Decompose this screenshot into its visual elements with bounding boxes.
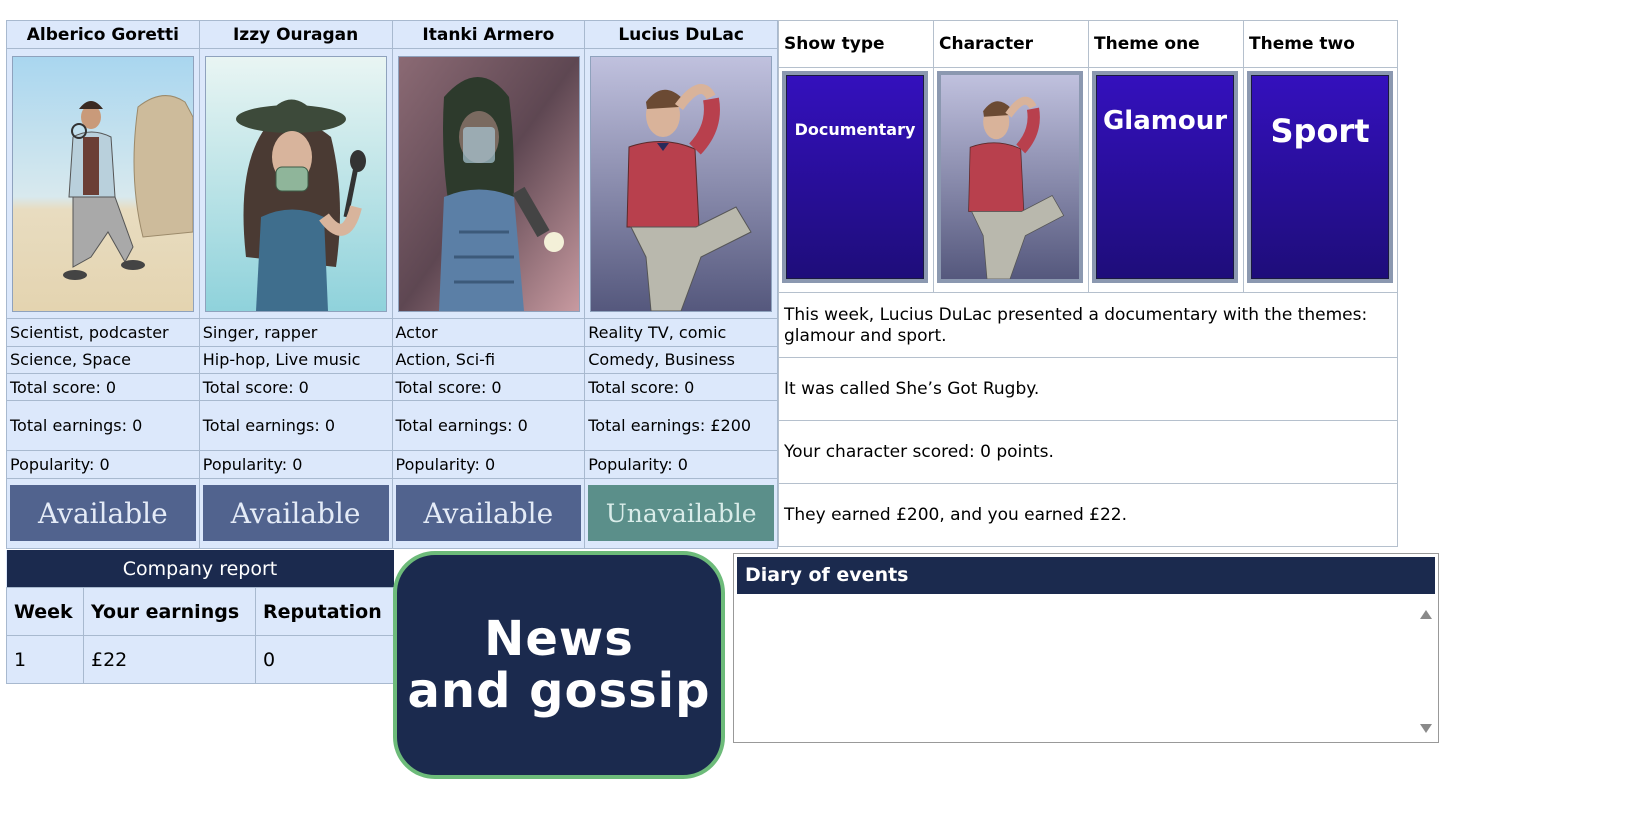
company-report: Company report Week Your earnings Reputa… [6,550,394,684]
total-score: Total score: 0 [584,372,778,402]
total-score: Total score: 0 [6,372,200,402]
available-button[interactable]: Available [10,485,196,542]
total-score: Total score: 0 [391,372,586,402]
character-portrait-row [6,48,778,320]
actor-portrait-icon [397,55,580,312]
character-name: Lucius DuLac [584,19,778,50]
character-name: Izzy Ouragan [198,19,393,50]
theme-one-card: Glamour [1092,71,1238,283]
diary-body[interactable] [737,598,1435,739]
show-message: It was called She’s Got Rugby. [778,357,1398,421]
show-message: Your character scored: 0 points. [778,420,1398,484]
popularity: Popularity: 0 [391,450,586,479]
character-roles: Reality TV, comic [584,318,778,347]
comedian-portrait-icon [590,55,773,312]
popularity: Popularity: 0 [198,450,393,479]
show-type-card: Documentary [782,71,928,283]
available-button[interactable]: Available [395,485,582,542]
character-card [937,71,1083,283]
theme-one-label: Glamour [1096,75,1234,279]
week-header: Week [6,587,84,636]
character-name: Itanki Armero [391,19,586,50]
total-earnings: Total earnings: 0 [391,400,586,452]
total-earnings: Total earnings: 0 [198,400,393,452]
character-roles-row: Scientist, podcaster Singer, rapper Acto… [6,318,778,347]
show-header-row: Show type Character Theme one Theme two [778,20,1398,68]
total-earnings: Total earnings: 0 [6,400,200,452]
report-header-row: Week Your earnings Reputation [6,587,394,636]
scroll-down-icon[interactable] [1420,724,1432,733]
character-score-row: Total score: 0 Total score: 0 Total scor… [6,372,778,402]
character-genres-row: Science, Space Hip-hop, Live music Actio… [6,345,778,374]
comedian-portrait-icon [941,75,1079,279]
character-popularity-row: Popularity: 0 Popularity: 0 Popularity: … [6,450,778,479]
reputation-header: Reputation [255,587,394,636]
show-message: They earned £200, and you earned £22. [778,483,1398,547]
available-button[interactable]: Available [202,485,389,542]
popularity: Popularity: 0 [584,450,778,479]
theme-two-header: Theme two [1243,20,1398,68]
show-type-header: Show type [778,20,934,68]
earnings-header: Your earnings [83,587,256,636]
unavailable-button[interactable]: Unavailable [588,485,774,542]
character-roles: Singer, rapper [198,318,393,347]
character-earnings-row: Total earnings: 0 Total earnings: 0 Tota… [6,400,778,452]
popularity: Popularity: 0 [6,450,200,479]
week-value: 1 [6,635,84,684]
character-genres: Action, Sci-fi [391,345,586,374]
theme-one-header: Theme one [1088,20,1244,68]
company-report-title: Company report [6,550,394,588]
theme-two-card: Sport [1247,71,1393,283]
news-and-gossip-button[interactable]: News and gossip [393,551,725,779]
character-roles: Actor [391,318,586,347]
theme-two-label: Sport [1251,75,1389,279]
diary-title: Diary of events [737,557,1435,594]
character-roles: Scientist, podcaster [6,318,200,347]
character-genres: Hip-hop, Live music [198,345,393,374]
show-summary-grid: Show type Character Theme one Theme two … [778,20,1398,547]
total-earnings: Total earnings: £200 [584,400,778,452]
scientist-portrait-icon [12,55,194,312]
character-name: Alberico Goretti [6,19,200,50]
diary-of-events: Diary of events [733,553,1439,743]
show-message: This week, Lucius DuLac presented a docu… [778,292,1398,358]
character-status-row: Available Available Available Unavailabl… [6,477,778,550]
show-cards-row: Documentary Glamour Sport [778,67,1398,293]
character-genres: Comedy, Business [584,345,778,374]
diary-scrollbar[interactable] [1417,598,1435,739]
character-genres: Science, Space [6,345,200,374]
earnings-value: £22 [83,635,256,684]
show-type-label: Documentary [786,75,924,279]
character-header: Character [933,20,1089,68]
singer-portrait-icon [204,55,387,312]
reputation-value: 0 [255,635,394,684]
table-row: 1 £22 0 [6,635,394,684]
scroll-up-icon[interactable] [1420,610,1432,619]
total-score: Total score: 0 [198,372,393,402]
character-name-row: Alberico Goretti Izzy Ouragan Itanki Arm… [6,19,778,50]
news-and-gossip-label: News and gossip [407,611,711,719]
character-grid: Alberico Goretti Izzy Ouragan Itanki Arm… [6,19,778,550]
